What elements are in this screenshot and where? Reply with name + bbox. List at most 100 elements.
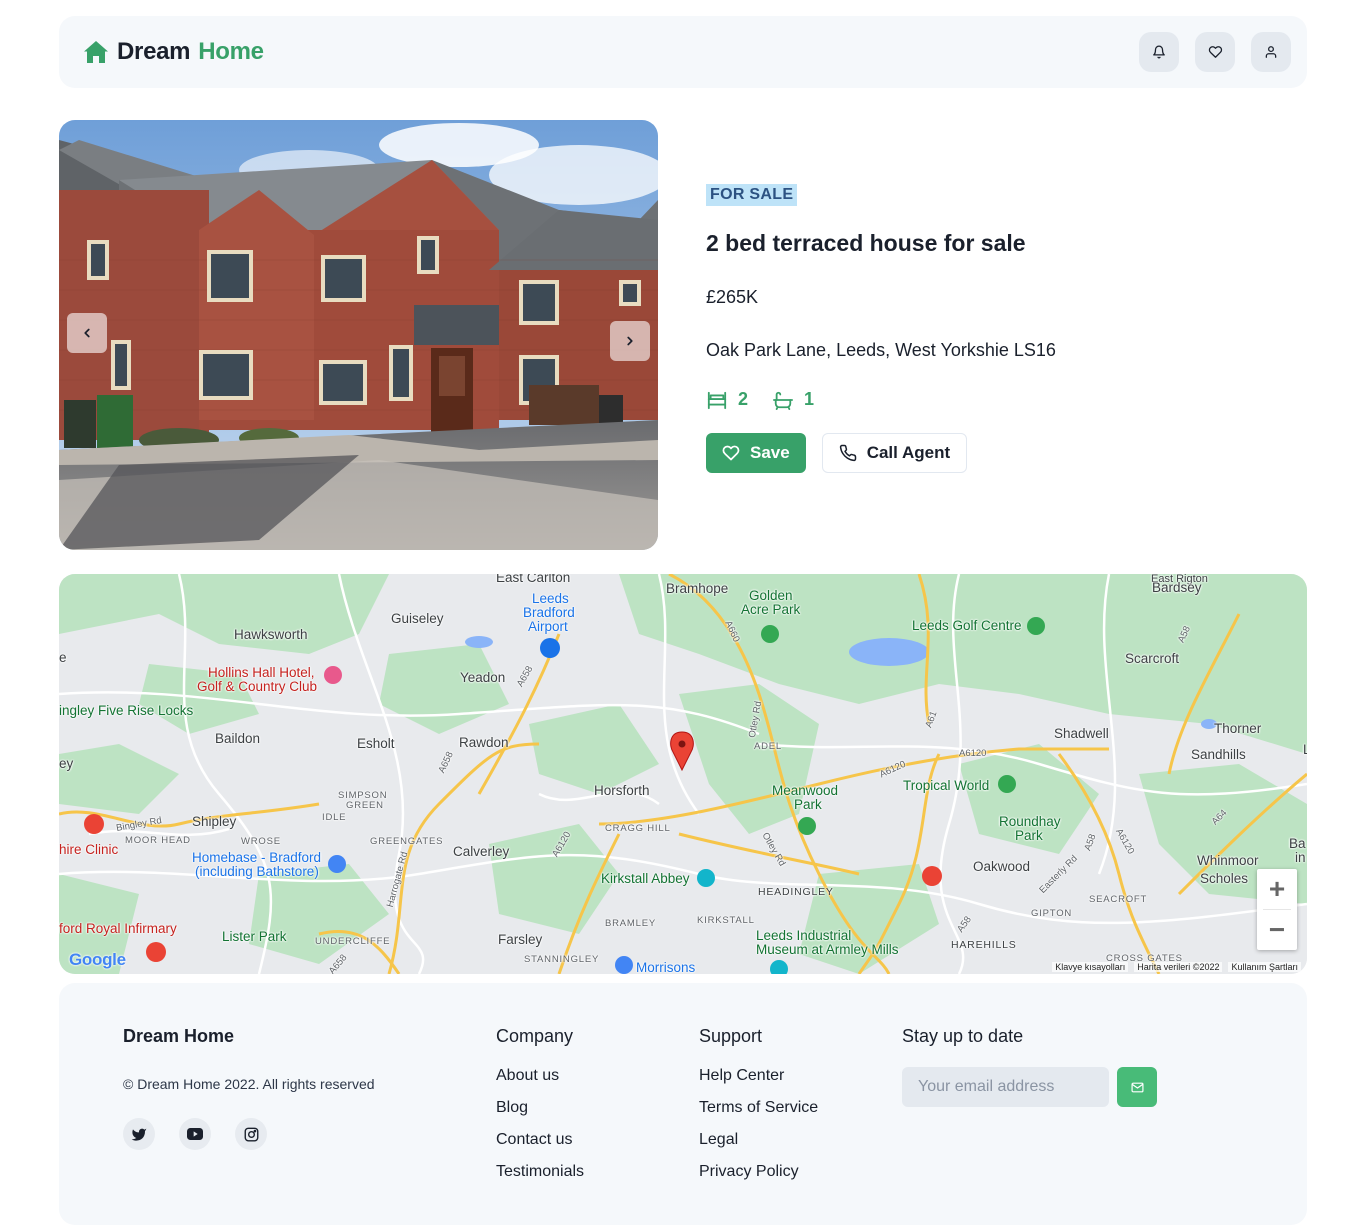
map-label: Airport [528, 619, 568, 634]
map-data-credit: Harita verileri ©2022 [1134, 962, 1223, 972]
chevron-right-icon [627, 336, 633, 346]
map-label: Yeadon [460, 670, 506, 685]
map-label: L [1303, 742, 1307, 757]
map-label: Bramhope [666, 581, 729, 596]
map-label: Bardsey [1152, 580, 1202, 595]
map-label: Park [794, 797, 822, 812]
listing-price: £265K [706, 287, 759, 307]
map-label: Sandhills [1191, 747, 1246, 762]
footer-link-legal[interactable]: Legal [699, 1131, 818, 1149]
map-label: ingley Five Rise Locks [59, 703, 194, 718]
instagram-link[interactable] [235, 1118, 267, 1150]
newsletter-form [902, 1067, 1157, 1107]
footer-support-heading: Support [699, 1026, 763, 1046]
google-logo: Google [69, 950, 126, 970]
twitter-link[interactable] [123, 1118, 155, 1150]
listing-details: FOR SALE 2 bed terraced house for sale £… [706, 182, 1266, 473]
map-label: hire Clinic [59, 842, 119, 857]
property-photo-carousel[interactable] [59, 120, 658, 550]
map-label: Leeds Industrial [756, 928, 852, 943]
newsletter-submit-button[interactable] [1117, 1067, 1157, 1107]
call-agent-button[interactable]: Call Agent [821, 433, 968, 473]
location-map[interactable]: East Carlton Bramhope Golden Acre Park E… [59, 574, 1307, 974]
map-label: Esholt [357, 736, 395, 751]
map-label: Shipley [192, 814, 237, 829]
map-label: GREENGATES [370, 836, 444, 847]
map-label: Morrisons [636, 960, 696, 974]
save-button[interactable]: Save [706, 433, 806, 473]
twitter-icon [131, 1128, 147, 1141]
map-label: KIRKSTALL [697, 915, 755, 926]
bell-icon [1153, 45, 1165, 59]
property-photo [59, 120, 658, 550]
map-road-label: A6120 [959, 748, 987, 759]
footer-link-blog[interactable]: Blog [496, 1099, 584, 1117]
bedroom-count-value: 2 [738, 389, 749, 409]
map-label: Golden [749, 588, 793, 603]
youtube-link[interactable] [179, 1118, 211, 1150]
newsletter-email-input[interactable] [902, 1067, 1109, 1107]
map-label: Hawksworth [234, 627, 308, 642]
map-label: Calverley [453, 844, 510, 859]
map-label: Leeds [532, 591, 569, 606]
map-label: ey [59, 756, 74, 771]
footer-link-terms-of-service[interactable]: Terms of Service [699, 1099, 818, 1117]
map-label: Guiseley [391, 611, 444, 626]
notifications-button[interactable] [1139, 32, 1179, 72]
bed-icon [707, 391, 727, 409]
call-agent-label: Call Agent [866, 443, 951, 462]
map-label: ford Royal Infirmary [59, 921, 177, 936]
site-footer: Dream Home © Dream Home 2022. All rights… [59, 983, 1307, 1225]
map-label: STANNINGLEY [524, 954, 600, 965]
map-label: Shadwell [1054, 726, 1109, 741]
map-label: Park [1015, 828, 1043, 843]
map-label: (including Bathstore) [195, 864, 319, 879]
zoom-in-button[interactable]: + [1257, 869, 1297, 909]
map-label: CRAGG HILL [605, 823, 671, 834]
map-label: Baildon [215, 731, 261, 746]
map-label: Thorner [1214, 721, 1262, 736]
footer-company-column: Company About us Blog Contact us Testimo… [496, 1026, 584, 1195]
footer-link-contact-us[interactable]: Contact us [496, 1131, 584, 1149]
carousel-next-button[interactable] [610, 321, 650, 361]
carousel-prev-button[interactable] [67, 313, 107, 353]
map-label: Horsforth [594, 783, 650, 798]
listing-features: 2 1 [706, 389, 1266, 410]
google-logo-text: Google [69, 950, 126, 969]
favorites-button[interactable] [1195, 32, 1235, 72]
page: Dream Home FOR SALE 2 bed terraced house… [0, 0, 1366, 1225]
map-label: Rawdon [459, 735, 509, 750]
map-label: BRAMLEY [605, 918, 657, 929]
terms-of-use-link[interactable]: Kullanım Şartları [1228, 962, 1301, 972]
map-label: Acre Park [741, 602, 801, 617]
map-label: HEADINGLEY [758, 886, 834, 898]
save-button-label: Save [750, 443, 790, 462]
footer-support-column: Support Help Center Terms of Service Leg… [699, 1026, 818, 1195]
account-button[interactable] [1251, 32, 1291, 72]
map-label: Scarcroft [1125, 651, 1180, 666]
listing-title: 2 bed terraced house for sale [706, 230, 1026, 256]
youtube-icon [187, 1128, 203, 1140]
footer-link-about-us[interactable]: About us [496, 1067, 584, 1085]
footer-company-heading: Company [496, 1026, 574, 1046]
phone-icon [839, 444, 856, 462]
brand-name-home: Home [198, 38, 264, 65]
footer-link-testimonials[interactable]: Testimonials [496, 1163, 584, 1181]
brand-name-dream: Dream [117, 38, 191, 65]
map-label: ADEL [754, 741, 783, 752]
map-label: Kirkstall Abbey [601, 871, 690, 886]
map-label: Roundhay [999, 814, 1061, 829]
zoom-out-button[interactable]: − [1257, 910, 1297, 950]
map-label: HAREHILLS [951, 939, 1017, 951]
bath-icon [773, 391, 794, 410]
map-label: Scholes [1200, 871, 1249, 886]
footer-copyright: © Dream Home 2022. All rights reserved [123, 1076, 375, 1092]
keyboard-shortcuts-link[interactable]: Klavye kısayolları [1052, 962, 1129, 972]
footer-link-help-center[interactable]: Help Center [699, 1067, 818, 1085]
send-mail-icon [1130, 1082, 1144, 1092]
map-label: e [59, 650, 67, 665]
footer-link-privacy-policy[interactable]: Privacy Policy [699, 1163, 818, 1181]
map-label: Tropical World [903, 778, 990, 793]
brand-logo[interactable]: Dream Home [83, 38, 264, 66]
newsletter-signup: Stay up to date [902, 1026, 1157, 1107]
